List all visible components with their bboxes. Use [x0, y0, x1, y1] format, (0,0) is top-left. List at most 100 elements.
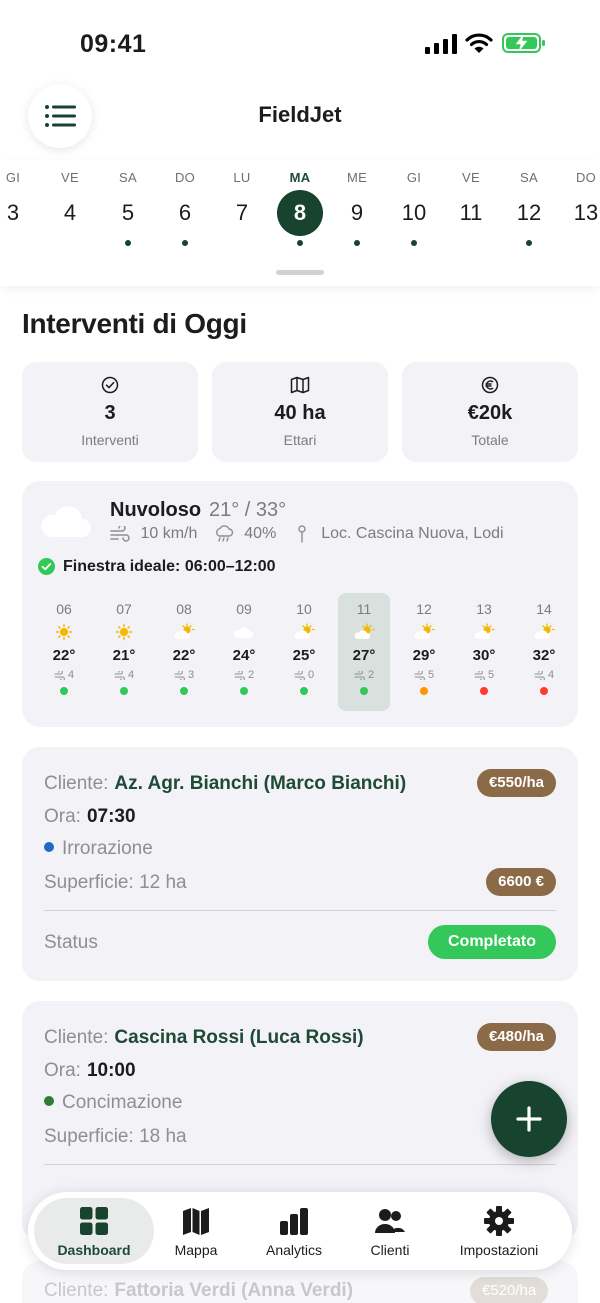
battery-charging-icon: [502, 33, 545, 53]
stat-label: Ettari: [283, 432, 317, 448]
hour-column[interactable]: 06 22° 4: [38, 593, 90, 711]
tab-mappa[interactable]: Mappa: [158, 1198, 234, 1264]
rate-badge: €480/ha: [476, 1023, 556, 1051]
status-badge[interactable]: Completato: [428, 925, 556, 959]
day-item[interactable]: SA 5: [103, 160, 153, 246]
day-name: DO: [174, 170, 196, 185]
weather-condition: Nuvoloso: [110, 499, 202, 521]
rate-badge: €520/ha: [470, 1277, 549, 1303]
day-event-dot: [583, 240, 589, 246]
day-item[interactable]: VE 11: [446, 160, 496, 246]
stat-card-interventi[interactable]: 3 Interventi: [22, 362, 198, 462]
day-number: 9: [350, 200, 364, 225]
day-item[interactable]: GI 10: [389, 160, 439, 246]
wind-icon: [110, 524, 130, 542]
day-item[interactable]: VE 4: [45, 160, 95, 246]
job-area: 18 ha: [139, 1126, 187, 1147]
tab-clienti[interactable]: Clienti: [354, 1198, 426, 1264]
hour-column-current[interactable]: 11 27° 2: [338, 593, 390, 711]
hour-column[interactable]: 14 32° 4: [518, 593, 570, 711]
partly-cloudy-icon: [294, 623, 315, 639]
hour-temp: 22°: [172, 647, 196, 664]
check-circle-icon: [101, 376, 119, 394]
job-time-row: Ora: 07:30: [44, 806, 136, 828]
map-icon: [183, 1208, 209, 1235]
client-name: Cascina Rossi (Luca Rossi): [114, 1027, 364, 1048]
rate-badge: €550/ha: [476, 769, 556, 797]
day-number: 4: [63, 200, 77, 225]
wifi-icon: [465, 33, 493, 53]
day-event-dot: [526, 240, 532, 246]
plus-icon: [516, 1106, 542, 1132]
stat-label: Totale: [471, 432, 509, 448]
hour-column[interactable]: 13 30° 5: [458, 593, 510, 711]
rain-cloud-icon: [215, 525, 234, 542]
hour-wind: 5: [398, 669, 450, 681]
job-type-dot: [44, 842, 54, 852]
day-event-dot: [125, 240, 131, 246]
day-name: SA: [520, 170, 538, 185]
hour-time: 09: [236, 601, 252, 617]
tab-dashboard[interactable]: Dashboard: [34, 1198, 154, 1264]
hour-temp: 22°: [52, 647, 76, 664]
map-icon: [290, 376, 310, 394]
tab-label: Mappa: [174, 1242, 218, 1258]
day-item[interactable]: ME 9: [332, 160, 382, 246]
tab-label: Impostazioni: [459, 1242, 539, 1258]
job-client-row: Cliente: Fattoria Verdi (Anna Verdi): [44, 1280, 353, 1302]
drag-handle[interactable]: [276, 270, 324, 275]
day-number: 11: [459, 200, 483, 225]
hour-wind: 5: [458, 669, 510, 681]
weather-card[interactable]: Nuvoloso 21° / 33° 10 km/h 40% Loc. Casc…: [22, 481, 578, 727]
stat-value: €20k: [467, 402, 513, 424]
hour-suitability-dot: [120, 687, 128, 695]
day-item[interactable]: SA 12: [504, 160, 554, 246]
hour-column[interactable]: 12 29° 5: [398, 593, 450, 711]
day-name: GI: [5, 170, 21, 185]
hour-wind: 3: [158, 669, 210, 681]
hour-wind: 4: [518, 669, 570, 681]
job-type: Concimazione: [62, 1092, 183, 1113]
section-title: Interventi di Oggi: [22, 308, 247, 339]
users-icon: [375, 1209, 405, 1233]
hour-column[interactable]: 08 22° 3: [158, 593, 210, 711]
day-number: 12: [516, 200, 542, 225]
day-item[interactable]: DO 13: [561, 160, 600, 246]
check-circle-icon: [38, 557, 55, 575]
partly-cloudy-icon: [474, 623, 495, 639]
day-item[interactable]: LU 7: [217, 160, 267, 246]
hour-time: 06: [56, 601, 72, 617]
day-item-selected[interactable]: MA 8: [275, 160, 325, 246]
stat-card-totale[interactable]: €20k Totale: [402, 362, 578, 462]
day-event-dot: [354, 240, 360, 246]
tab-impostazioni[interactable]: Impostazioni: [446, 1198, 552, 1264]
ideal-window: Finestra ideale: 06:00–12:00: [38, 557, 276, 576]
tab-analytics[interactable]: Analytics: [252, 1198, 336, 1264]
add-intervention-button[interactable]: [491, 1081, 567, 1157]
stat-card-ettari[interactable]: 40 ha Ettari: [212, 362, 388, 462]
weather-wind: 10 km/h: [140, 525, 198, 542]
bar-chart-icon: [280, 1208, 308, 1235]
hour-temp: 30°: [472, 647, 496, 664]
day-item[interactable]: DO 6: [160, 160, 210, 246]
client-name: Fattoria Verdi (Anna Verdi): [114, 1280, 354, 1301]
app-title: FieldJet: [258, 102, 342, 127]
status-time: 09:41: [80, 30, 147, 58]
hour-column[interactable]: 09 24° 2: [218, 593, 270, 711]
hour-column[interactable]: 07 21° 4: [98, 593, 150, 711]
day-number: 3: [6, 200, 20, 225]
time-label: Ora:: [44, 1060, 81, 1081]
cloud-icon: [41, 506, 91, 537]
sun-icon: [55, 623, 73, 641]
wind-icon: [414, 669, 425, 681]
hour-temp: 29°: [412, 647, 436, 664]
job-time: 07:30: [86, 806, 136, 827]
hour-temp: 27°: [352, 647, 376, 664]
hour-column[interactable]: 10 25° 0: [278, 593, 330, 711]
day-item[interactable]: GI 3: [0, 160, 38, 246]
partly-cloudy-icon: [414, 623, 435, 639]
wind-icon: [234, 669, 245, 681]
tab-bar: Dashboard Mappa Analytics Clienti Impost…: [28, 1192, 572, 1270]
job-client-row: Cliente: Cascina Rossi (Luca Rossi): [44, 1027, 364, 1049]
job-card[interactable]: Cliente: Az. Agr. Bianchi (Marco Bianchi)…: [22, 747, 578, 981]
